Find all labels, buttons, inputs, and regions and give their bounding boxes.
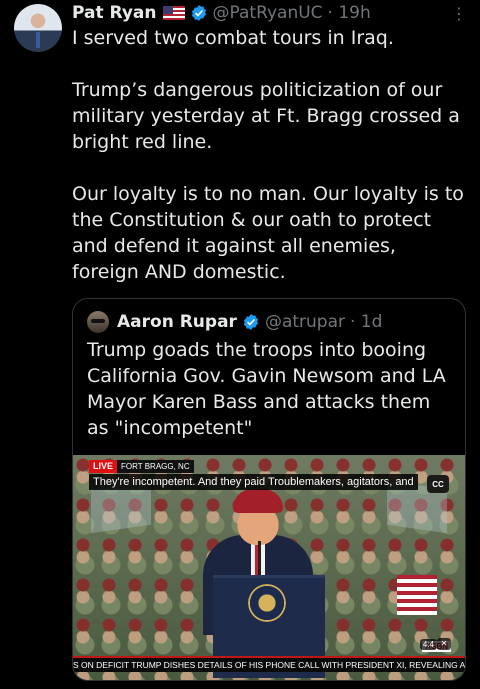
- flag-graphic: [397, 575, 437, 615]
- author-name[interactable]: Pat Ryan: [72, 3, 157, 23]
- microphone: [258, 541, 261, 577]
- quoted-tweet-header: Aaron Rupar @atrupar · 1d: [87, 309, 382, 335]
- quoted-author-name[interactable]: Aaron Rupar: [117, 312, 237, 332]
- presidential-seal: [247, 583, 287, 623]
- author-handle[interactable]: @PatRyanUC: [213, 3, 323, 23]
- video-caption: They're incompetent. And they paid Troub…: [89, 474, 418, 490]
- location-label: FORT BRAGG, NC: [117, 460, 194, 473]
- quoted-tweet-time[interactable]: · 1d: [350, 312, 382, 332]
- verified-badge-icon: [191, 5, 206, 21]
- video-player[interactable]: LIVE FORT BRAGG, NC They're incompetent.…: [73, 455, 465, 680]
- mute-icon[interactable]: ✕: [437, 638, 451, 650]
- author-avatar[interactable]: [14, 4, 62, 52]
- quoted-author-avatar[interactable]: [87, 311, 109, 333]
- closed-captions-button[interactable]: CC: [427, 475, 449, 493]
- us-flag-icon: [162, 6, 185, 20]
- news-ticker: S ON DEFICIT TRUMP DISHES DETAILS OF HIS…: [73, 658, 465, 672]
- speaker-hat: [233, 489, 283, 513]
- verified-badge-icon: [243, 314, 258, 330]
- video-duration: 4:4: [419, 639, 437, 650]
- live-badge: LIVE: [89, 460, 118, 473]
- quoted-tweet-text: Trump goads the troops into booing Calif…: [87, 339, 452, 439]
- quoted-tweet[interactable]: Aaron Rupar @atrupar · 1d Trump goads th…: [72, 298, 466, 681]
- quoted-author-handle[interactable]: @atrupar: [265, 312, 345, 332]
- more-icon[interactable]: ⋮: [451, 4, 467, 23]
- tweet-header: Pat Ryan @PatRyanUC · 19h: [72, 2, 464, 24]
- tweet-time[interactable]: · 19h: [328, 3, 371, 23]
- tweet-text: I served two combat tours in Iraq. Trump…: [72, 27, 464, 283]
